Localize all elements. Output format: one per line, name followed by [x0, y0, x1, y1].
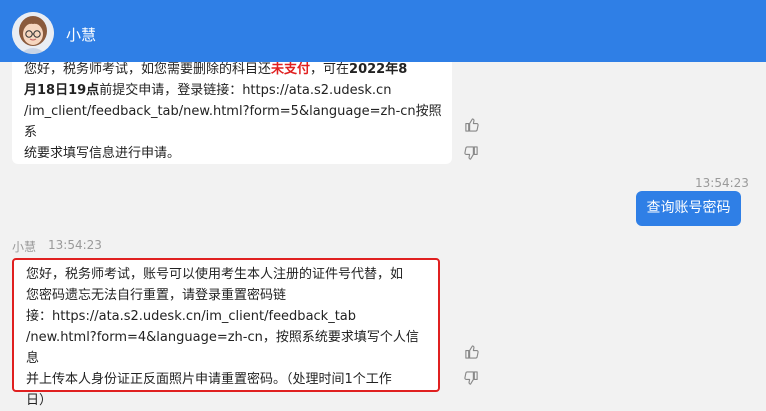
- message-line: 并上传本人身份证正反面照片申请重置密码。（处理时间1个工作: [26, 372, 392, 387]
- message-line: 您好，税务师考试，账号可以使用考生本人注册的证件号代替，如: [26, 267, 404, 282]
- message-text-segment: 您好，税务师考试，如您需要删除的科目还: [24, 62, 272, 77]
- sender-name: 小慧: [12, 240, 37, 254]
- thumbs-up-icon[interactable]: [463, 343, 479, 359]
- message-text-segment: 统要求填写信息进行申请。: [24, 146, 181, 161]
- agent-name: 小慧: [66, 26, 97, 44]
- message-bold-text: 月18日19点: [24, 83, 100, 98]
- chat-header: 小慧: [0, 0, 766, 62]
- user-message-bubble: 查询账号密码: [636, 191, 741, 226]
- message-text-segment: /im_client/feedback_tab/new.html?form=5&…: [24, 104, 442, 140]
- message-line: /new.html?form=4&language=zh-cn，按照系统要求填写…: [26, 330, 419, 366]
- message-line: 您密码遗忘无法自行重置，请登录重置密码链: [26, 288, 287, 303]
- message-line: 日）: [26, 393, 53, 408]
- message-timestamp: 13:54:23: [48, 238, 102, 252]
- agent-avatar: [12, 12, 54, 54]
- message-text: 您好，税务师考试，如您需要删除的科目还未支付，可在2022年8 月18日19点前提…: [24, 59, 444, 164]
- message-text-segment: 前提交申请，登录链接：https://ata.s2.udesk.cn: [99, 83, 392, 98]
- message-line: 月18日19点前提交申请，登录链接：https://ata.s2.udesk.c…: [24, 80, 444, 101]
- thumbs-down-icon[interactable]: [463, 370, 479, 386]
- message-line: 统要求填写信息进行申请。: [24, 143, 444, 164]
- message-line: 您好，税务师考试，如您需要删除的科目还未支付，可在2022年8: [24, 59, 444, 80]
- message-bold-text: 2022年8: [349, 62, 408, 77]
- thumbs-down-icon[interactable]: [463, 145, 479, 161]
- message-line: 接：https://ata.s2.udesk.cn/im_client/feed…: [26, 309, 357, 324]
- agent-message-bubble-highlighted: 您好，税务师考试，账号可以使用考生本人注册的证件号代替，如 您密码遗忘无法自行重置…: [12, 258, 440, 408]
- message-text: 您好，税务师考试，账号可以使用考生本人注册的证件号代替，如 您密码遗忘无法自行重置…: [26, 264, 430, 411]
- message-red-text: 未支付: [271, 62, 311, 77]
- message-line: /im_client/feedback_tab/new.html?form=5&…: [24, 101, 444, 143]
- message-timestamp: 13:54:23: [695, 176, 749, 190]
- thumbs-up-icon[interactable]: [463, 116, 479, 132]
- message-text-segment: ，可在: [310, 62, 350, 77]
